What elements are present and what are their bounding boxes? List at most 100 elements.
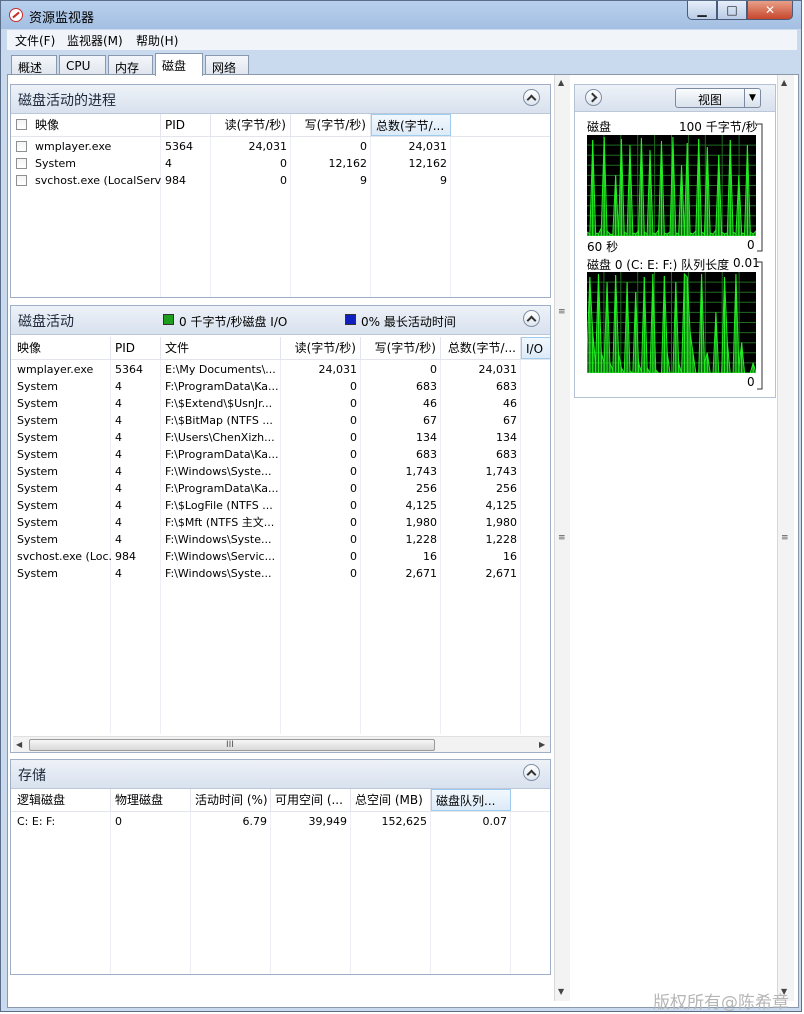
tab-cpu[interactable]: CPU (59, 55, 106, 75)
menu-help[interactable]: 帮助(H) (136, 32, 178, 49)
activity-row[interactable]: System 4 F:\ProgramData\Ka... 0 683 683 (11, 378, 550, 395)
activity-cell: 46 (423, 397, 437, 410)
process-checkbox[interactable] (16, 141, 27, 152)
disk-activity-title: 磁盘活动 (18, 314, 74, 330)
scroll-right-icon[interactable]: ▶ (539, 740, 545, 749)
activity-row[interactable]: System 4 F:\ProgramData\Ka... 0 256 256 (11, 480, 550, 497)
activity-row[interactable]: System 4 F:\ProgramData\Ka... 0 683 683 (11, 446, 550, 463)
col-image[interactable]: 映像 (13, 337, 111, 359)
scroll-left-icon[interactable]: ◀ (16, 740, 22, 749)
activity-row[interactable]: System 4 F:\Windows\Syste... 0 1,228 1,228 (11, 531, 550, 548)
activity-cell: F:\$LogFile (NTFS ... (165, 499, 273, 512)
process-row[interactable]: svchost.exe (LocalServ... 984 0 9 9 (11, 172, 550, 189)
splitter-grip-icon[interactable]: ≡ (781, 533, 789, 543)
process-checkbox[interactable] (16, 175, 27, 186)
col-write[interactable]: 写(字节/秒) (291, 114, 371, 136)
grip-icon: III (226, 740, 234, 750)
col-write[interactable]: 写(字节/秒) (361, 337, 441, 359)
scroll-down-icon[interactable]: ▼ (558, 987, 564, 996)
minimize-button[interactable]: ▁ (687, 1, 717, 20)
scroll-up-icon[interactable]: ▲ (781, 78, 787, 87)
splitter-grip-icon[interactable]: ≡ (558, 533, 566, 543)
activity-cell: System (17, 482, 59, 495)
col-read[interactable]: 读(字节/秒) (211, 114, 291, 136)
col-image[interactable]: 映像 (31, 114, 161, 136)
activity-cell: 67 (423, 414, 437, 427)
activity-row[interactable]: wmplayer.exe 5364 E:\My Documents\... 24,03… (11, 361, 550, 378)
watermark: 版权所有@陈希章 (653, 993, 789, 1013)
graph-segment (603, 137, 608, 236)
col-file[interactable]: 文件 (161, 337, 281, 359)
disk-activity-header[interactable]: 磁盘活动 0 千字节/秒磁盘 I/O 0% 最长活动时间 (11, 306, 550, 335)
activity-cell: 4,125 (485, 499, 518, 512)
graph-segment (629, 145, 634, 236)
storage-row[interactable]: C: E: F: 0 6.79 39,949 152,625 0.07 (11, 813, 550, 830)
activity-cell: F:\Windows\Syste... (165, 567, 272, 580)
window-title: 资源监视器 (29, 11, 95, 26)
expand-icon[interactable] (585, 89, 602, 106)
storage-header[interactable]: 存储 (11, 760, 550, 789)
process-row[interactable]: System 4 0 12,162 12,162 (11, 155, 550, 172)
graph-segment (726, 342, 731, 373)
maximize-button[interactable]: □ (717, 1, 747, 20)
tab-network[interactable]: 网络 (205, 55, 249, 75)
col-pid[interactable]: PID (161, 114, 211, 136)
col-disk-queue[interactable]: 磁盘队列... (431, 789, 511, 811)
close-button[interactable]: ✕ (747, 1, 793, 20)
activity-cell: System (17, 499, 59, 512)
tab-memory[interactable]: 内存 (108, 55, 153, 75)
vertical-scrollbar[interactable]: ▲ ≡ ≡ ▼ (554, 75, 570, 1001)
processes-header[interactable]: 磁盘活动的进程 (11, 85, 550, 114)
menu-file[interactable]: 文件(F) (15, 32, 55, 49)
activity-row[interactable]: System 4 F:\Users\ChenXizh... 0 134 134 (11, 429, 550, 446)
scroll-up-icon[interactable]: ▲ (558, 78, 564, 87)
activity-row[interactable]: System 4 F:\$Extend\$UsnJr... 0 46 46 (11, 395, 550, 412)
col-active-time[interactable]: 活动时间 (%) (191, 789, 271, 811)
col-read[interactable]: 读(字节/秒) (281, 337, 361, 359)
process-row[interactable]: wmplayer.exe 5364 24,031 0 24,031 (11, 138, 550, 155)
collapse-icon[interactable] (523, 89, 540, 106)
col-total-space[interactable]: 总空间 (MB) (351, 789, 431, 811)
activity-cell: System (17, 397, 59, 410)
activity-cell: 1,743 (485, 465, 518, 478)
graph2-min: 0 (747, 375, 755, 389)
storage-title: 存储 (18, 768, 46, 784)
col-physical-disk[interactable]: 物理磁盘 (111, 789, 191, 811)
tab-disk[interactable]: 磁盘 (155, 53, 203, 76)
col-io[interactable]: I/O (521, 337, 550, 359)
graph-segment (620, 139, 625, 236)
activity-row[interactable]: System 4 F:\Windows\Syste... 0 1,743 1,743 (11, 463, 550, 480)
collapse-icon[interactable] (523, 764, 540, 781)
graph-segment (752, 230, 756, 236)
activity-cell: 2,671 (485, 567, 518, 580)
splitter-grip-icon[interactable]: ≡ (558, 307, 566, 317)
activity-cell: 0 (350, 499, 357, 512)
graph-segment (626, 282, 631, 373)
select-all-checkbox[interactable] (16, 119, 27, 130)
activity-cell: F:\$Mft (NTFS 主文... (165, 516, 275, 529)
activity-column-header: 映像 PID 文件 读(字节/秒) 写(字节/秒) 总数(字节/... I/O (11, 337, 550, 360)
menu-monitor[interactable]: 监视器(M) (67, 32, 123, 49)
activity-row[interactable]: System 4 F:\$LogFile (NTFS ... 0 4,125 4,125 (11, 497, 550, 514)
activity-row[interactable]: svchost.exe (Loc... 984 F:\Windows\Servic.… (11, 548, 550, 565)
col-pid[interactable]: PID (111, 337, 161, 359)
activity-cell: 134 (416, 431, 437, 444)
view-dropdown[interactable]: 视图 ▼ (675, 88, 761, 108)
tab-overview[interactable]: 概述 (11, 55, 57, 75)
activity-cell: 0 (350, 465, 357, 478)
col-free-space[interactable]: 可用空间 (... (271, 789, 351, 811)
activity-row[interactable]: System 4 F:\Windows\Syste... 0 2,671 2,671 (11, 565, 550, 582)
right-vertical-scrollbar[interactable]: ▲ ≡ ▼ (777, 75, 794, 1001)
activity-cell: 4,125 (405, 499, 438, 512)
process-checkbox[interactable] (16, 158, 27, 169)
col-total[interactable]: 总数(字节/... (371, 114, 451, 136)
col-logical-disk[interactable]: 逻辑磁盘 (13, 789, 111, 811)
activity-row[interactable]: System 4 F:\$BitMap (NTFS ... 0 67 67 (11, 412, 550, 429)
activity-cell: 4 (115, 482, 122, 495)
horizontal-scrollbar[interactable]: ◀ III ▶ (13, 736, 550, 752)
col-total[interactable]: 总数(字节/... (441, 337, 521, 359)
collapse-icon[interactable] (523, 310, 540, 327)
activity-row[interactable]: System 4 F:\$Mft (NTFS 主文... 0 1,980 1,980 (11, 514, 550, 531)
horizontal-scroll-thumb[interactable]: III (29, 739, 435, 751)
graph-segment (672, 137, 677, 236)
